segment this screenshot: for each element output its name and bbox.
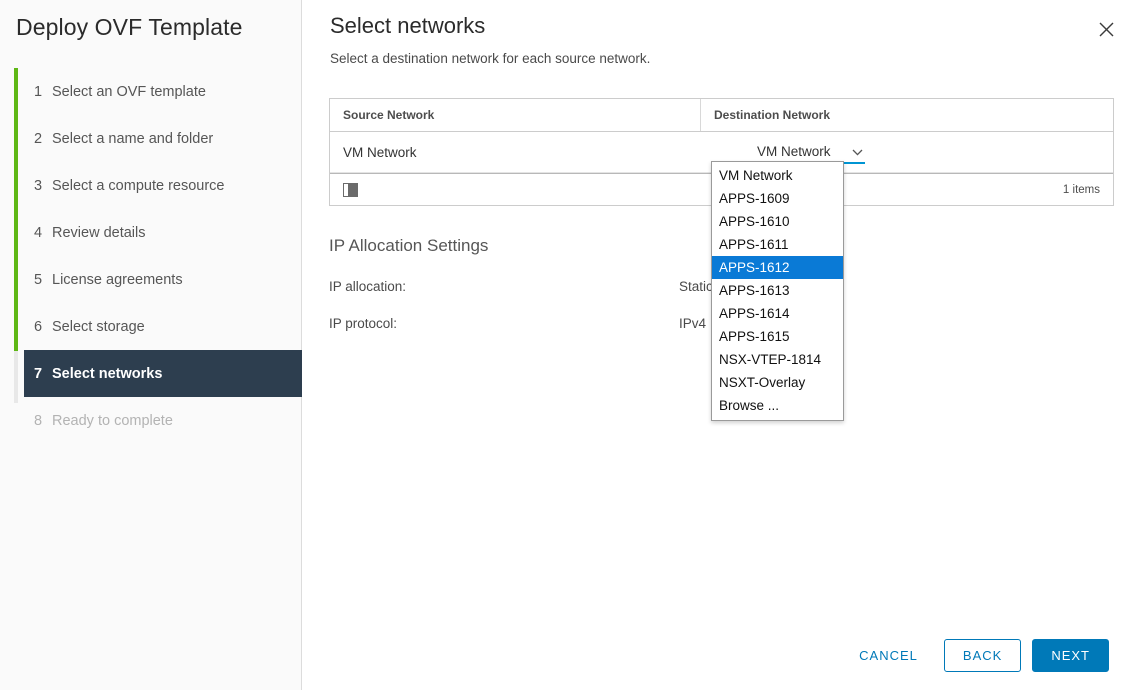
- dropdown-option-nsx-vtep-1814[interactable]: NSX-VTEP-1814: [712, 348, 843, 371]
- dropdown-option-nsxt-overlay[interactable]: NSXT-Overlay: [712, 371, 843, 394]
- step-label: Select a name and folder: [52, 131, 213, 147]
- sidebar-step-ready-to-complete: 8 Ready to complete: [0, 397, 302, 444]
- cell-source-network: VM Network: [330, 132, 701, 172]
- step-label: Select an OVF template: [52, 84, 206, 100]
- step-number: 1: [34, 84, 52, 100]
- step-number: 7: [34, 366, 52, 382]
- back-button[interactable]: BACK: [944, 639, 1021, 672]
- chevron-down-icon: [852, 144, 863, 159]
- sidebar-step-review-details[interactable]: 4 Review details: [0, 209, 302, 256]
- sidebar-step-select-name-and-folder[interactable]: 2 Select a name and folder: [0, 115, 302, 162]
- step-number: 5: [34, 272, 52, 288]
- step-label: License agreements: [52, 272, 183, 288]
- step-number: 8: [34, 413, 52, 429]
- page-title: Select networks: [330, 13, 485, 39]
- column-header-source-network[interactable]: Source Network: [330, 99, 701, 131]
- destination-network-dropdown-list[interactable]: VM Network APPS-1609 APPS-1610 APPS-1611…: [711, 161, 844, 421]
- dropdown-option-browse[interactable]: Browse ...: [712, 394, 843, 417]
- ip-allocation-section-title: IP Allocation Settings: [329, 236, 488, 256]
- step-label: Select a compute resource: [52, 178, 224, 194]
- deploy-ovf-template-dialog: Deploy OVF Template 1 Select an OVF temp…: [0, 0, 1129, 690]
- sidebar-step-select-storage[interactable]: 6 Select storage: [0, 303, 302, 350]
- step-number: 3: [34, 178, 52, 194]
- dropdown-option-apps-1613[interactable]: APPS-1613: [712, 279, 843, 302]
- dropdown-option-vm-network[interactable]: VM Network: [712, 164, 843, 187]
- close-icon[interactable]: [1093, 16, 1119, 42]
- step-number: 2: [34, 131, 52, 147]
- step-number: 4: [34, 225, 52, 241]
- dropdown-option-apps-1614[interactable]: APPS-1614: [712, 302, 843, 325]
- destination-network-value: VM Network: [757, 144, 831, 159]
- step-label: Select storage: [52, 319, 145, 335]
- table-header-row: Source Network Destination Network: [330, 99, 1113, 132]
- cancel-button[interactable]: CANCEL: [844, 639, 933, 672]
- dropdown-option-apps-1612[interactable]: APPS-1612: [712, 256, 843, 279]
- wizard-step-list: 1 Select an OVF template 2 Select a name…: [0, 68, 302, 444]
- sidebar-step-select-ovf-template[interactable]: 1 Select an OVF template: [0, 68, 302, 115]
- wizard-sidebar: Deploy OVF Template 1 Select an OVF temp…: [0, 0, 302, 690]
- step-number: 6: [34, 319, 52, 335]
- dropdown-option-apps-1611[interactable]: APPS-1611: [712, 233, 843, 256]
- ip-protocol-label: IP protocol:: [329, 316, 397, 331]
- dropdown-option-apps-1615[interactable]: APPS-1615: [712, 325, 843, 348]
- step-label: Review details: [52, 225, 146, 241]
- columns-picker-icon[interactable]: [343, 183, 358, 197]
- wizard-title: Deploy OVF Template: [16, 14, 242, 41]
- sidebar-step-select-compute-resource[interactable]: 3 Select a compute resource: [0, 162, 302, 209]
- dropdown-option-apps-1609[interactable]: APPS-1609: [712, 187, 843, 210]
- step-label: Select networks: [52, 366, 162, 382]
- next-button[interactable]: NEXT: [1032, 639, 1109, 672]
- wizard-footer: CANCEL BACK NEXT: [844, 639, 1109, 672]
- dropdown-option-apps-1610[interactable]: APPS-1610: [712, 210, 843, 233]
- ip-allocation-label: IP allocation:: [329, 279, 406, 294]
- column-header-destination-network[interactable]: Destination Network: [701, 99, 1113, 131]
- ip-protocol-value: IPv4: [679, 316, 706, 331]
- item-count-label: 1 items: [1063, 184, 1100, 196]
- sidebar-step-select-networks[interactable]: 7 Select networks: [24, 350, 302, 397]
- sidebar-step-license-agreements[interactable]: 5 License agreements: [0, 256, 302, 303]
- page-subtitle: Select a destination network for each so…: [330, 51, 650, 66]
- step-label: Ready to complete: [52, 413, 173, 429]
